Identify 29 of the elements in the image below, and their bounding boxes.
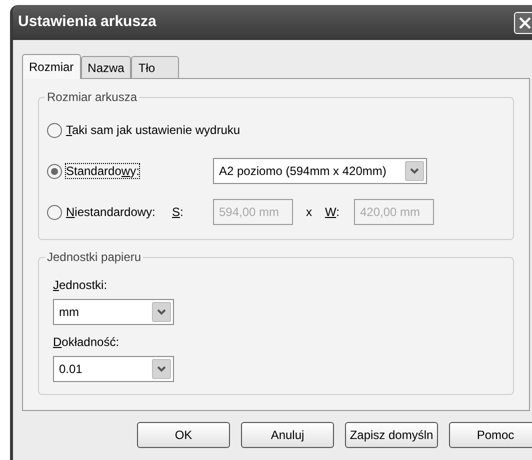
tab[interactable]: Tło (131, 56, 180, 78)
dropdown[interactable]: 0.01 (53, 356, 174, 382)
option-label: Taki sam jak ustawienie wydruku (65, 122, 242, 139)
dropdown-arrow-button[interactable] (152, 302, 171, 322)
option-label: Standardowy: (65, 163, 140, 179)
radio-button[interactable] (47, 164, 62, 178)
window-title: Ustawienia arkusza (18, 12, 158, 32)
chevron-down-icon (157, 366, 166, 372)
tab[interactable]: Rozmiar (22, 54, 81, 79)
close-button[interactable] (514, 12, 532, 34)
dropdown-arrow-button[interactable] (152, 359, 171, 379)
dialog-button[interactable]: Pomoc (449, 422, 532, 448)
height-label: W: (325, 205, 340, 219)
dropdown[interactable]: mm (53, 299, 174, 325)
close-icon (519, 16, 531, 28)
dialog-button[interactable]: Anuluj (241, 422, 334, 448)
dialog-button[interactable]: OK (137, 422, 230, 448)
times-label: x (305, 204, 313, 221)
field-label: Jednostki: (53, 278, 108, 292)
chevron-down-icon (410, 168, 419, 174)
dropdown[interactable]: A2 poziomo (594mm x 420mm) (213, 158, 427, 184)
dialog-button[interactable]: Zapisz domyśln (345, 422, 438, 448)
radio-button[interactable] (47, 122, 62, 138)
width-label: S: (172, 205, 184, 219)
chevron-down-icon (157, 309, 166, 315)
option-label: Niestandardowy: (65, 204, 156, 220)
tab[interactable]: Nazwa (80, 56, 132, 78)
dropdown-arrow-button[interactable] (405, 161, 424, 181)
field-label: Dokładność: (53, 335, 120, 349)
